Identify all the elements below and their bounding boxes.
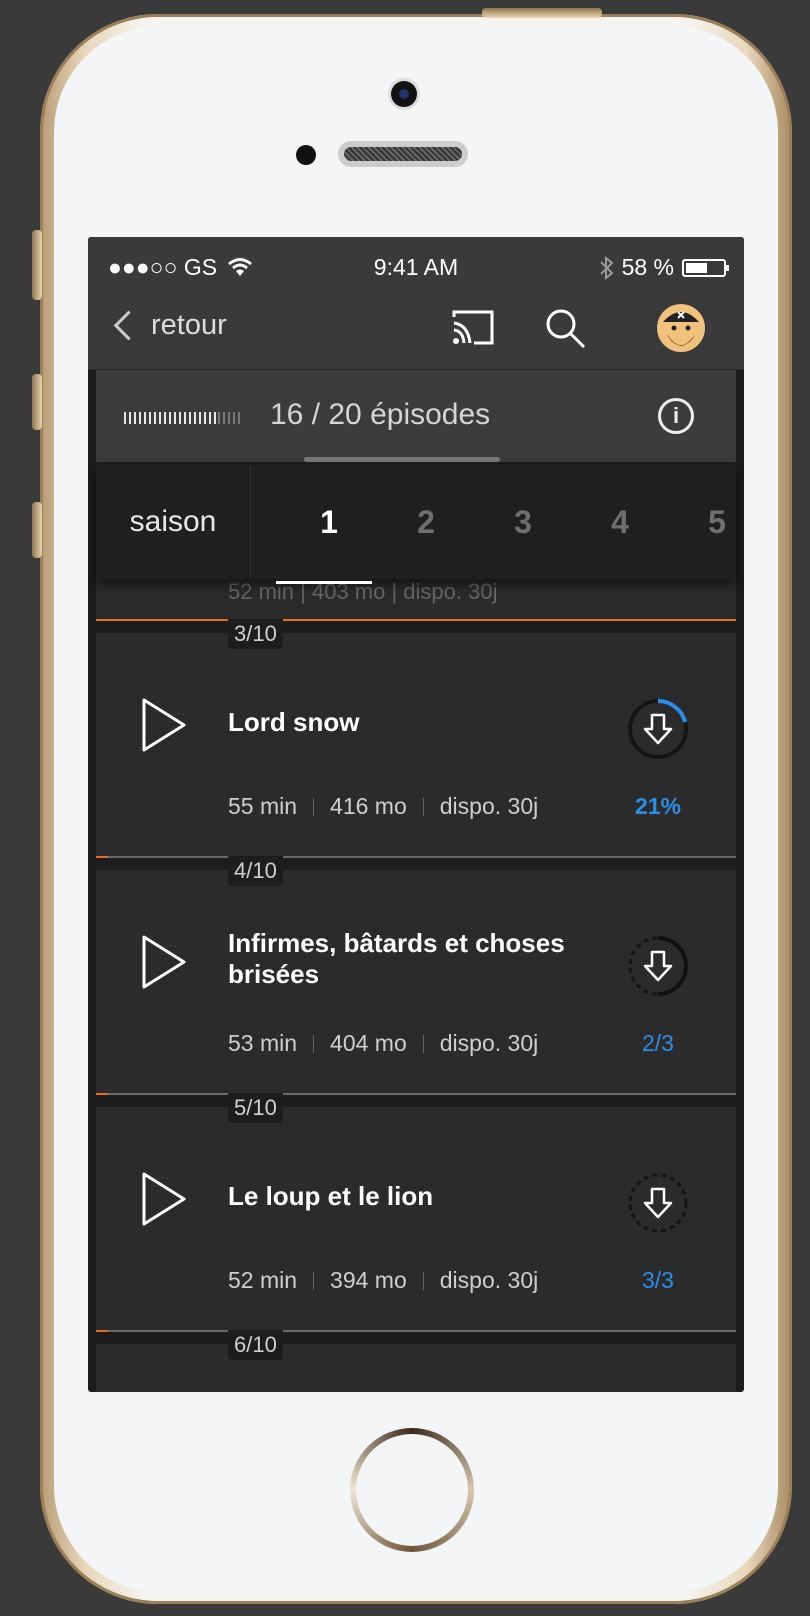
- proximity-sensor: [296, 145, 316, 165]
- season-tab-5[interactable]: 5: [682, 465, 736, 579]
- season-tab-1[interactable]: 1: [294, 465, 364, 579]
- list-item[interactable]: 4/10 Infirmes, bâtards et choses brisées…: [96, 856, 736, 1093]
- earpiece-speaker: [338, 141, 468, 167]
- list-item[interactable]: 6/10: [96, 1330, 736, 1392]
- episode-title: Lord snow: [228, 707, 360, 737]
- episode-number: 4/10: [228, 856, 283, 886]
- volume-up-button: [32, 374, 42, 430]
- watched-progress-bar: [124, 412, 242, 424]
- episode-number: 5/10: [228, 1093, 283, 1123]
- meta-divider: [313, 1034, 315, 1053]
- episode-meta: 53 min 404 mo dispo. 30j: [228, 1030, 538, 1057]
- mute-switch: [32, 230, 42, 300]
- bluetooth-icon: [599, 255, 614, 280]
- episode-availability: dispo. 30j: [439, 793, 539, 819]
- meta-divider: [422, 797, 424, 816]
- active-season-indicator: [276, 581, 372, 584]
- play-icon[interactable]: [140, 697, 188, 753]
- search-icon[interactable]: [544, 307, 588, 351]
- episode-duration: 53 min: [228, 1030, 298, 1056]
- episode-title: Infirmes, bâtards et choses brisées: [228, 928, 565, 989]
- episode-size: 404 mo: [330, 1030, 407, 1056]
- volume-down-button: [32, 502, 42, 558]
- back-label: retour: [151, 309, 227, 341]
- episode-title: Le loup et le lion: [228, 1181, 434, 1211]
- list-item[interactable]: 3/10 Lord snow 55 min 416 mo dispo. 30j …: [96, 619, 736, 856]
- episode-separator: [96, 856, 736, 870]
- episode-availability: dispo. 30j: [439, 1030, 539, 1056]
- download-status: 2/3: [642, 1030, 674, 1056]
- navigation-bar: retour: [88, 293, 744, 370]
- battery-icon: [682, 258, 729, 277]
- download-icon[interactable]: [626, 934, 690, 998]
- episodes-summary: 16 / 20 épisodes i: [96, 370, 736, 462]
- meta-divider: [422, 1271, 424, 1290]
- episode-availability: dispo. 30j: [439, 1267, 539, 1293]
- episode-duration: 55 min: [228, 793, 298, 819]
- download-status: 21%: [634, 793, 682, 819]
- chevron-left-icon: [113, 310, 144, 341]
- meta-divider: [313, 1271, 315, 1290]
- episode-separator: [96, 1330, 736, 1344]
- episode-meta: 52 min 394 mo dispo. 30j: [228, 1267, 538, 1294]
- episode-separator: [96, 1093, 736, 1107]
- power-button: [482, 8, 602, 18]
- season-selector: saison 1 2 3 4 5: [96, 465, 736, 579]
- episode-number: 6/10: [228, 1330, 283, 1360]
- pirate-avatar-icon: [663, 311, 699, 346]
- download-icon[interactable]: [626, 1171, 690, 1235]
- season-tabs: 1 2 3 4 5: [250, 465, 736, 579]
- season-tab-2[interactable]: 2: [391, 465, 461, 579]
- episode-list: 52 min | 403 mo | dispo. 30j 3/10 Lord s…: [96, 579, 736, 1392]
- home-button[interactable]: [350, 1428, 474, 1552]
- meta-divider: [422, 1034, 424, 1053]
- download-status: 3/3: [642, 1267, 674, 1293]
- front-camera: [391, 81, 417, 107]
- episode-size: 416 mo: [330, 793, 407, 819]
- play-icon[interactable]: [140, 1171, 188, 1227]
- status-bar: ●●●○○ GS 9:41 AM 58 %: [88, 237, 744, 293]
- avatar[interactable]: [656, 303, 706, 353]
- season-label: saison: [96, 465, 251, 579]
- app-screen: ●●●○○ GS 9:41 AM 58 % retour 16 / 20 épi…: [88, 237, 744, 1392]
- episode-duration: 52 min: [228, 1267, 298, 1293]
- episodes-count: 16 / 20 épisodes: [270, 398, 491, 431]
- previous-episode-partial: 52 min | 403 mo | dispo. 30j: [96, 579, 736, 619]
- cast-icon[interactable]: [450, 307, 496, 347]
- back-button[interactable]: retour: [110, 309, 227, 342]
- episode-separator: [96, 619, 736, 633]
- info-icon[interactable]: i: [658, 398, 694, 434]
- episode-size: 394 mo: [330, 1267, 407, 1293]
- play-icon[interactable]: [140, 934, 188, 990]
- drag-handle[interactable]: [304, 457, 500, 462]
- battery-percent: 58 %: [621, 254, 674, 280]
- season-tab-3[interactable]: 3: [488, 465, 558, 579]
- episode-number: 3/10: [228, 619, 283, 649]
- list-item[interactable]: 5/10 Le loup et le lion 52 min 394 mo di…: [96, 1093, 736, 1330]
- download-icon[interactable]: [626, 697, 690, 761]
- episode-meta: 55 min 416 mo dispo. 30j: [228, 793, 538, 820]
- meta-divider: [313, 797, 315, 816]
- season-tab-4[interactable]: 4: [585, 465, 655, 579]
